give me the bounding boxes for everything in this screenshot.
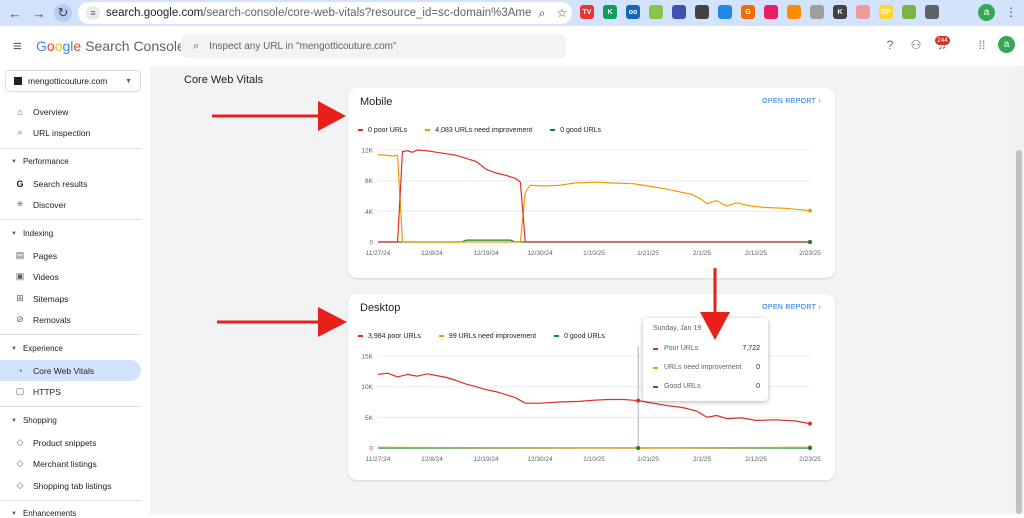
arrow-to-mobile (212, 101, 346, 131)
arrow-head (318, 307, 347, 337)
arrow-to-desktop (217, 307, 347, 337)
annotation-arrows (212, 101, 730, 340)
arrow-to-tooltip (700, 268, 730, 340)
arrow-head (318, 101, 346, 131)
arrow-head (700, 312, 730, 340)
